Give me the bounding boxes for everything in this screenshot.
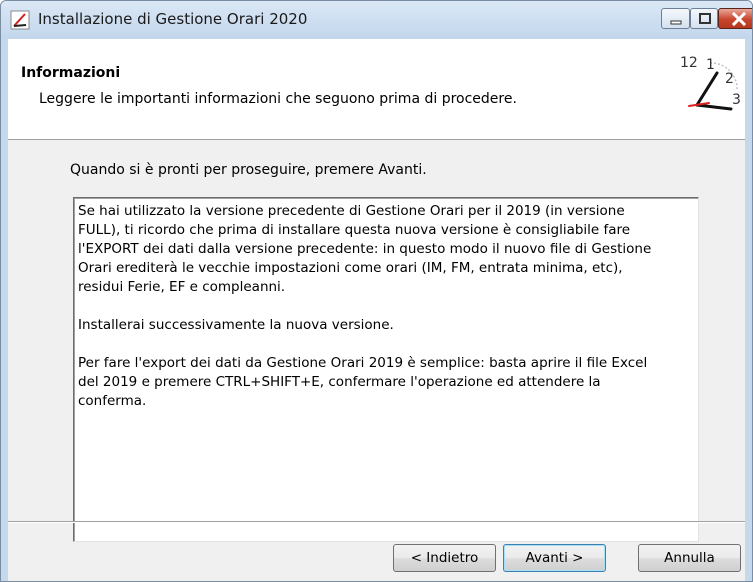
wizard-client-area: Informazioni Leggere le importanti infor… [8, 39, 745, 581]
clock-digit-1: 1 [706, 57, 715, 73]
window-title: Installazione di Gestione Orari 2020 [38, 10, 308, 28]
info-paragraph: Se hai utilizzato la versione precedente… [78, 203, 652, 295]
wizard-header: Informazioni Leggere le importanti infor… [8, 39, 745, 140]
cancel-button[interactable]: Annulla [638, 544, 741, 572]
minimize-icon [670, 20, 682, 25]
title-bar[interactable]: Installazione di Gestione Orari 2020 [1, 1, 752, 39]
maximize-icon [699, 13, 711, 24]
page-subtitle: Leggere le importanti informazioni che s… [39, 91, 517, 107]
close-button[interactable] [718, 8, 752, 29]
setup-window: Installazione di Gestione Orari 2020 Inf… [0, 0, 753, 582]
proceed-prompt: Quando si è pronti per proseguire, preme… [70, 162, 427, 178]
clock-digit-2: 2 [725, 71, 734, 87]
maximize-button[interactable] [690, 8, 718, 29]
info-memo[interactable]: Se hai utilizzato la versione precedente… [73, 197, 699, 542]
clock-icon: 12 1 2 3 [680, 55, 741, 111]
info-paragraph: Installerai successivamente la nuova ver… [78, 317, 394, 333]
close-icon [731, 11, 747, 27]
clock-digit-12: 12 [680, 55, 698, 71]
info-paragraph: Per fare l'export dei dati da Gestione O… [78, 355, 648, 409]
clock-setup-icon[interactable] [10, 10, 30, 30]
footer-separator [8, 521, 745, 523]
clock-digit-3: 3 [732, 92, 741, 108]
next-button[interactable]: Avanti > [503, 544, 606, 572]
minimize-button[interactable] [661, 8, 690, 29]
page-title: Informazioni [21, 65, 121, 81]
back-button[interactable]: < Indietro [393, 544, 496, 572]
